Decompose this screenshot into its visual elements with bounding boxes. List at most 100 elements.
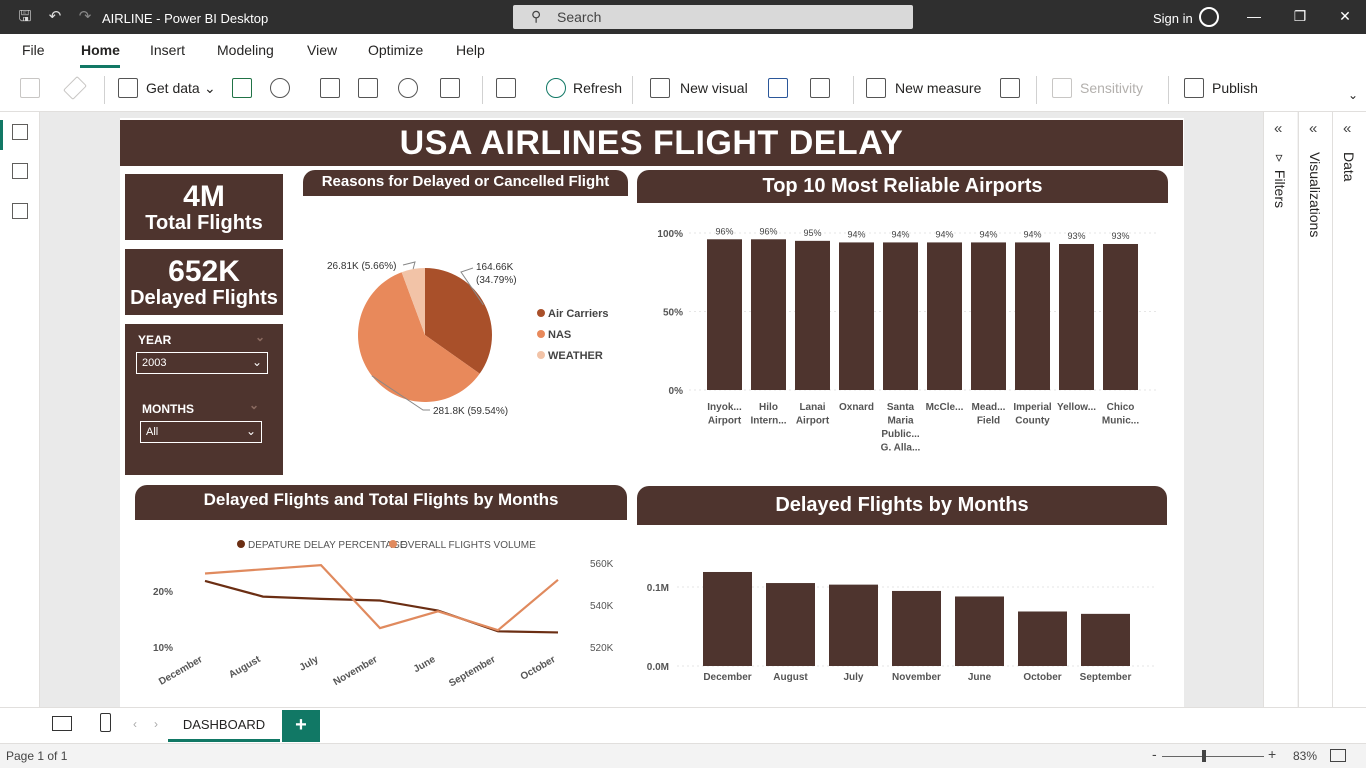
table-view-icon[interactable] bbox=[12, 163, 28, 179]
chevron-down-icon: ⌄ bbox=[255, 330, 266, 344]
refresh-icon[interactable] bbox=[546, 78, 566, 98]
chevron-down-icon[interactable]: ⌄ bbox=[204, 80, 216, 97]
menu-insert[interactable]: Insert bbox=[150, 42, 185, 58]
visualizations-pane[interactable]: « Visualizations bbox=[1298, 112, 1332, 707]
menu-home[interactable]: Home bbox=[81, 42, 120, 58]
new-visual-icon[interactable] bbox=[650, 78, 670, 98]
kpi-total-label: Total Flights bbox=[145, 212, 263, 234]
zoom-slider-track[interactable] bbox=[1162, 756, 1264, 757]
new-visual-button[interactable]: New visual bbox=[680, 80, 748, 96]
year-dropdown[interactable]: 2003 ⌄ bbox=[136, 352, 268, 374]
bar bbox=[1103, 243, 1138, 390]
tab-dashboard[interactable]: DASHBOARD bbox=[168, 709, 280, 742]
excel-icon[interactable] bbox=[232, 78, 252, 98]
get-data-button[interactable]: Get data bbox=[146, 80, 200, 96]
x-tick-label: Yellow... bbox=[1057, 402, 1096, 413]
desktop-layout-icon[interactable] bbox=[52, 716, 72, 731]
collapse-icon[interactable]: « bbox=[1274, 120, 1282, 137]
sensitivity-button: Sensitivity bbox=[1080, 80, 1144, 96]
x-tick-label: Inyok... bbox=[707, 402, 742, 413]
quick-measure-icon[interactable] bbox=[1000, 78, 1020, 98]
sign-in-link[interactable]: Sign in bbox=[1153, 11, 1193, 26]
zoom-in-button[interactable]: + bbox=[1268, 746, 1276, 762]
text-box-icon[interactable] bbox=[768, 78, 788, 98]
menu-file[interactable]: File bbox=[22, 42, 45, 58]
line-chart[interactable]: DEPATURE DELAY PERCENTAGEOVERALL FLIGHTS… bbox=[135, 525, 627, 695]
bar bbox=[955, 596, 1004, 666]
save-icon[interactable]: 🖫 bbox=[16, 8, 34, 26]
months-bar-chart[interactable]: 0.0M 0.1M December August July November June Oc… bbox=[637, 530, 1167, 695]
report-view-icon[interactable] bbox=[12, 124, 28, 140]
ribbon-separator bbox=[482, 76, 483, 104]
publish-icon[interactable] bbox=[1184, 78, 1204, 98]
edit-queries-icon[interactable] bbox=[496, 78, 516, 98]
menu-optimize[interactable]: Optimize bbox=[368, 42, 423, 58]
enter-data-icon[interactable] bbox=[358, 78, 378, 98]
menu-modeling[interactable]: Modeling bbox=[217, 42, 274, 58]
filters-pane[interactable]: « ▿ Filters bbox=[1263, 112, 1297, 707]
data-pane[interactable]: « Data bbox=[1332, 112, 1366, 707]
calculator-icon[interactable] bbox=[866, 78, 886, 98]
data-label: 94% bbox=[891, 229, 909, 239]
data-label: 94% bbox=[847, 229, 865, 239]
zoom-out-button[interactable]: - bbox=[1152, 746, 1157, 762]
x-tick-label: September bbox=[1080, 672, 1132, 683]
menu-help[interactable]: Help bbox=[456, 42, 485, 58]
months-dropdown[interactable]: All ⌄ bbox=[140, 421, 262, 443]
x-tick-label: August bbox=[773, 672, 808, 683]
format-painter-icon[interactable] bbox=[62, 75, 88, 101]
series-line bbox=[204, 563, 559, 632]
publish-button[interactable]: Publish bbox=[1212, 80, 1258, 96]
recent-sources-icon[interactable] bbox=[398, 78, 418, 98]
x-tick-label: October bbox=[1023, 672, 1061, 683]
kpi-total-flights[interactable]: 4M Total Flights bbox=[125, 174, 283, 240]
add-page-button[interactable]: + bbox=[282, 710, 320, 742]
legend-label: Air Carriers bbox=[548, 308, 609, 320]
prev-page-icon[interactable]: ‹ bbox=[133, 717, 137, 731]
legend-label: OVERALL FLIGHTS VOLUME bbox=[400, 540, 536, 551]
next-page-icon[interactable]: › bbox=[154, 717, 158, 731]
model-view-icon[interactable] bbox=[12, 203, 28, 219]
zoom-slider-thumb[interactable] bbox=[1202, 750, 1206, 762]
collapse-icon[interactable]: « bbox=[1343, 120, 1351, 137]
dataverse-icon[interactable] bbox=[320, 78, 340, 98]
undo-icon[interactable]: ↶ bbox=[46, 8, 64, 26]
database-icon[interactable] bbox=[118, 78, 138, 98]
menu-view[interactable]: View bbox=[307, 42, 337, 58]
bar bbox=[883, 242, 918, 390]
more-visuals-icon[interactable] bbox=[810, 78, 830, 98]
chevron-down-icon: ⌄ bbox=[249, 398, 260, 412]
airports-bar-chart[interactable]: 0% 50% 100% 96% Inyok... Airport 96% Hilo Intern… bbox=[637, 205, 1168, 475]
redo-icon[interactable]: ↷ bbox=[76, 8, 94, 26]
minimize-icon[interactable]: — bbox=[1244, 8, 1264, 26]
ribbon: Get data ⌄ Refresh New visual New measur… bbox=[0, 68, 1366, 112]
transform-data-icon[interactable] bbox=[440, 78, 460, 98]
x-tick-label: Lanai bbox=[799, 402, 825, 413]
ribbon-separator bbox=[104, 76, 105, 104]
new-measure-button[interactable]: New measure bbox=[895, 80, 981, 96]
y-right-tick-label: 540K bbox=[590, 601, 614, 612]
onelake-icon[interactable] bbox=[270, 78, 290, 98]
collapse-icon[interactable]: « bbox=[1309, 120, 1317, 137]
pie-chart[interactable]: 164.66K (34.79%) 281.8K (59.54%) 26.81K (5.… bbox=[303, 200, 628, 440]
dashboard-title: USA AIRLINES FLIGHT DELAY bbox=[120, 120, 1183, 166]
close-icon[interactable]: ✕ bbox=[1335, 8, 1355, 26]
x-tick-label: December bbox=[703, 672, 751, 683]
mobile-layout-icon[interactable] bbox=[100, 713, 111, 732]
search-box[interactable]: ⚲ Search bbox=[513, 5, 913, 29]
y-tick-label: 0.1M bbox=[647, 583, 669, 594]
avatar-icon[interactable] bbox=[1199, 7, 1219, 27]
refresh-button[interactable]: Refresh bbox=[573, 80, 622, 96]
zoom-level: 83% bbox=[1293, 749, 1318, 763]
bar bbox=[839, 242, 874, 390]
kpi-delayed-flights[interactable]: 652K Delayed Flights bbox=[125, 249, 283, 315]
sensitivity-icon bbox=[1052, 78, 1072, 98]
fit-to-page-icon[interactable] bbox=[1330, 749, 1346, 762]
legend-marker bbox=[537, 309, 545, 317]
paste-icon[interactable] bbox=[20, 78, 40, 98]
restore-icon[interactable]: ❐ bbox=[1290, 8, 1310, 26]
x-tick-label: Public... bbox=[881, 429, 920, 440]
legend-label: WEATHER bbox=[548, 350, 603, 362]
collapse-ribbon-icon[interactable]: ⌄ bbox=[1348, 88, 1358, 102]
x-tick-label: August bbox=[227, 654, 263, 681]
